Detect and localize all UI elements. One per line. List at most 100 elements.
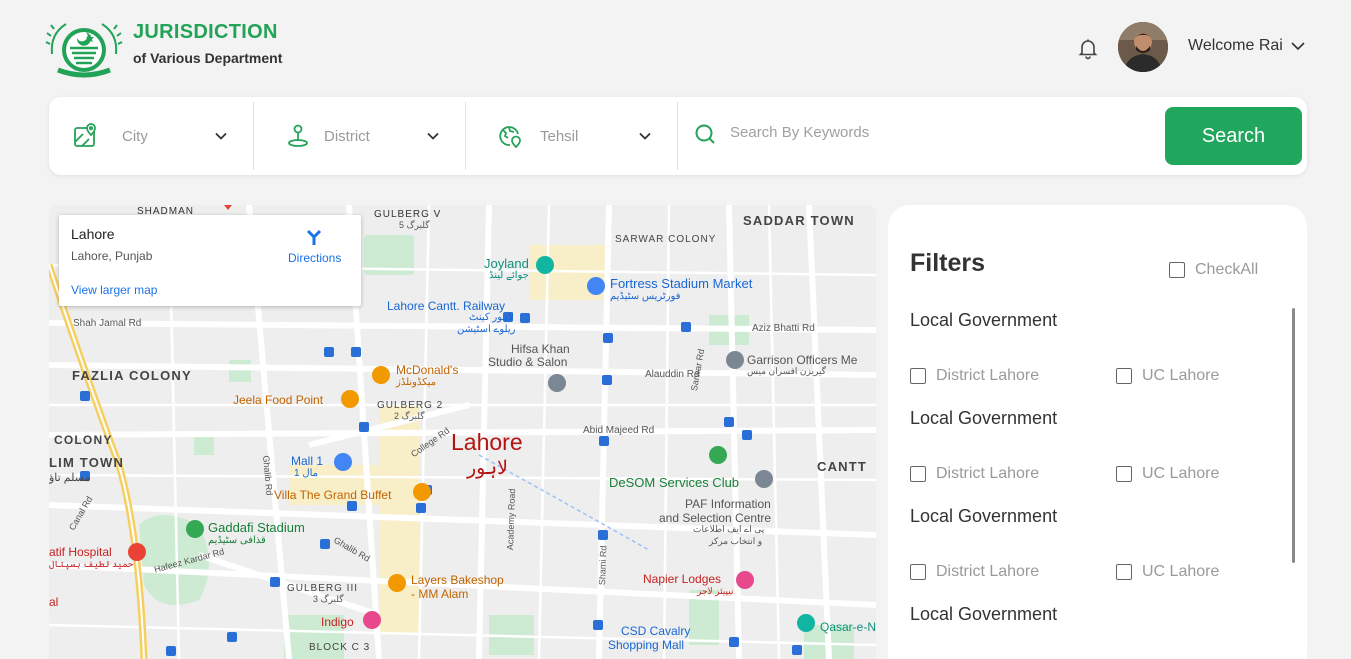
brand-title: JURISDICTION: [133, 21, 278, 43]
map-label: Fortress Stadium Market: [610, 276, 753, 291]
filter-group-title: Local Government: [910, 408, 1058, 428]
search-button[interactable]: Search: [1165, 107, 1302, 165]
divider: [253, 102, 254, 170]
checkbox[interactable]: [1116, 564, 1132, 580]
filters-title: Filters: [910, 249, 986, 277]
checkbox[interactable]: [1116, 466, 1132, 482]
map-city-label: Lahore: [451, 429, 523, 455]
option-label: District Lahore: [936, 367, 1040, 384]
place-subtitle: Lahore, Punjab: [71, 249, 153, 263]
directions-label: Directions: [288, 251, 342, 265]
location-pin-icon: [288, 124, 308, 147]
user-menu[interactable]: Welcome Rai: [1188, 37, 1307, 55]
map-info-card: Lahore Lahore, Punjab View larger map Di…: [59, 215, 361, 306]
district-select[interactable]: District: [285, 97, 465, 175]
filter-option-district-lahore[interactable]: District Lahore: [910, 367, 1039, 385]
punjab-logo: [45, 23, 123, 78]
checkbox[interactable]: [1116, 368, 1132, 384]
map-label: SADDAR TOWN: [743, 213, 855, 228]
map-label: BLOCK C 3: [309, 642, 371, 653]
map-label: Mall 1: [291, 454, 324, 468]
map-label: قذافی سٹیڈیم: [208, 535, 266, 546]
map-label: مسلم تاؤ: [49, 472, 91, 484]
map-label: گیریزن افسران میس: [747, 366, 826, 376]
keyword-search-input[interactable]: Search By Keywords: [730, 124, 869, 141]
filter-group-title: Local Government: [910, 506, 1058, 526]
map-label: Qasar-e-N: [820, 620, 876, 634]
map-label: حمید لطیف ہسپتال: [49, 559, 134, 569]
map-label: - MM Alam: [411, 587, 469, 601]
filter-option-uc-lahore[interactable]: UC Lahore: [1116, 563, 1219, 581]
map-label: Jeela Food Point: [233, 393, 324, 407]
map-label: PAF Information: [685, 497, 771, 511]
map-pin-icon: [74, 123, 96, 147]
search-icon: [695, 124, 715, 144]
map-label: Shami Rd: [597, 545, 609, 586]
scrollbar[interactable]: [1292, 308, 1295, 563]
check-all-label: CheckAll: [1195, 261, 1259, 278]
view-larger-map-link[interactable]: View larger map: [71, 283, 157, 297]
map-label: Garrison Officers Me: [747, 353, 858, 367]
directions-button[interactable]: Directions: [288, 227, 342, 265]
map-label: و انتخاب مرکز: [709, 536, 763, 546]
map-label: ریلوے اسٹیشن: [457, 324, 516, 335]
option-label: District Lahore: [936, 563, 1040, 580]
tehsil-select[interactable]: Tehsil: [497, 97, 677, 175]
globe-location-icon: [499, 126, 521, 149]
filter-option-uc-lahore[interactable]: UC Lahore: [1116, 367, 1219, 385]
map-label: DeSOM Services Club: [609, 475, 740, 490]
map-label: Shah Jamal Rd: [73, 318, 142, 329]
map-label: فورٹریس سٹیڈیم: [610, 291, 681, 302]
checkbox[interactable]: [910, 564, 926, 580]
checkbox[interactable]: [1169, 262, 1185, 278]
divider: [677, 102, 678, 170]
map-embed[interactable]: SHADMAN GULBERG V گلبرگ 5 SADDAR TOWN SA…: [49, 205, 876, 659]
filter-option-district-lahore[interactable]: District Lahore: [910, 563, 1039, 581]
map-label: گلبرگ 3: [313, 594, 344, 604]
option-label: UC Lahore: [1142, 563, 1220, 580]
map-label: پی اے ایف اطلاعات: [693, 524, 765, 534]
option-label: UC Lahore: [1142, 367, 1220, 384]
map-label: Lahore Cantt. Railway: [387, 299, 506, 313]
map-label: جوائے لینڈ: [489, 270, 529, 281]
map-label: Villa The Grand Buffet: [274, 488, 392, 502]
map-label: Gaddafi Stadium: [208, 520, 305, 535]
map-label: GULBERG III: [287, 583, 359, 594]
avatar[interactable]: [1118, 22, 1168, 72]
map-label: Joyland: [484, 256, 529, 271]
city-select[interactable]: City: [73, 97, 253, 175]
map-label: نیپیئر لاجز: [697, 586, 734, 596]
bell-icon[interactable]: [1076, 36, 1100, 60]
checkbox[interactable]: [910, 368, 926, 384]
map-label: and Selection Centre: [659, 511, 772, 525]
map-label: مال 1: [294, 468, 319, 479]
brand-subtitle: of Various Department: [133, 50, 283, 66]
app-header: JURISDICTION of Various Department Welco…: [0, 0, 1351, 95]
welcome-text: Welcome Rai: [1188, 37, 1283, 54]
filter-option-district-lahore[interactable]: District Lahore: [910, 465, 1039, 483]
map-label: میکڈونلڈز: [396, 377, 437, 388]
option-label: District Lahore: [936, 465, 1040, 482]
map-label: CSD Cavalry: [621, 624, 691, 638]
map-label: گلبرگ 5: [399, 220, 430, 230]
map-label: Aziz Bhatti Rd: [752, 323, 815, 334]
option-label: UC Lahore: [1142, 465, 1220, 482]
map-label: CANTT: [817, 459, 868, 474]
divider: [465, 102, 466, 170]
map-label: Shopping Mall: [608, 638, 685, 652]
map-label: Hifsa Khan: [511, 342, 570, 356]
map-label: Indigo: [321, 615, 354, 629]
checkbox[interactable]: [910, 466, 926, 482]
chevron-down-icon: [639, 132, 651, 140]
map-label: atif Hospital: [49, 545, 112, 559]
district-label: District: [324, 127, 370, 145]
place-title: Lahore: [71, 226, 115, 242]
filter-option-uc-lahore[interactable]: UC Lahore: [1116, 465, 1219, 483]
check-all-checkbox[interactable]: CheckAll: [1169, 261, 1258, 279]
city-label: City: [122, 127, 148, 145]
map-label: COLONY: [54, 433, 113, 447]
chevron-down-icon: [1291, 42, 1305, 51]
map-label: SARWAR COLONY: [615, 234, 717, 245]
map-label: گلبرگ 2: [394, 411, 425, 421]
map-label: Abid Majeed Rd: [583, 425, 655, 436]
